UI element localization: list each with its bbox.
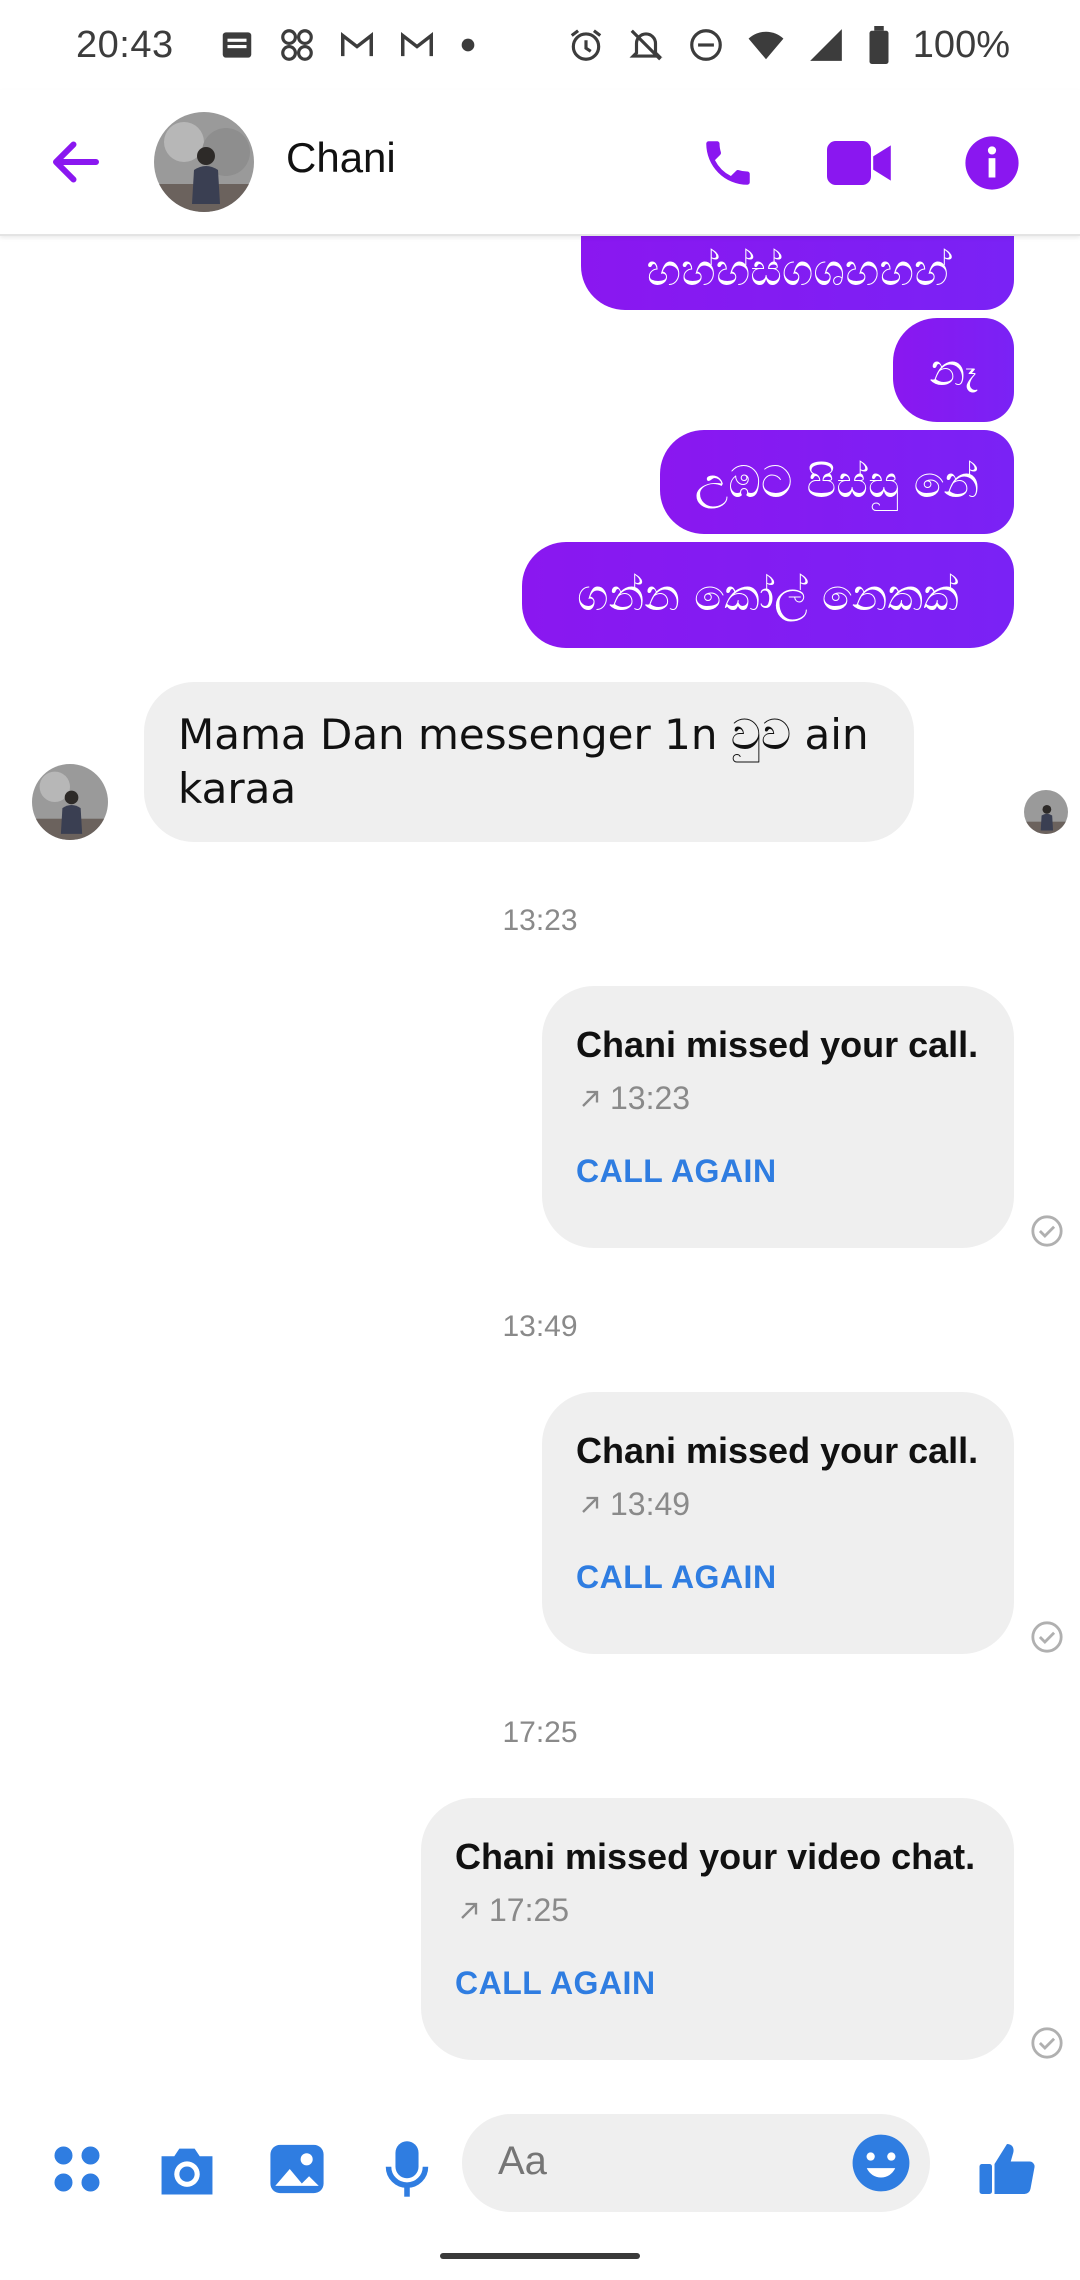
camera-icon[interactable]: [152, 2134, 222, 2204]
apps-icon[interactable]: [42, 2134, 112, 2204]
call-title: Chani missed your video chat.: [455, 1836, 976, 1877]
message-input-box[interactable]: [462, 2114, 930, 2212]
phone-icon[interactable]: [693, 128, 763, 198]
call-again-button[interactable]: CALL AGAIN: [576, 1153, 980, 1190]
message-icon: [222, 32, 251, 58]
message-text: ගන්න කෝල් නෙකක්: [577, 569, 959, 621]
missed-call-card[interactable]: Chani missed your call. 13:23 CALL AGAIN: [542, 986, 1014, 1248]
gallery-icon[interactable]: [262, 2134, 332, 2204]
call-time-row: 17:25: [455, 1892, 980, 1929]
outgoing-call-arrow-icon: [461, 1902, 478, 1919]
message-text: Mama Dan messenger 1n වුව ain karaa: [178, 710, 869, 813]
missed-call-card[interactable]: Chani missed your call. 13:49 CALL AGAIN: [542, 1392, 1014, 1654]
timestamp: 13:23: [502, 904, 578, 937]
microphone-icon[interactable]: [372, 2134, 442, 2204]
status-left: 20:43: [76, 24, 478, 67]
alarm-icon: [570, 29, 601, 61]
read-receipt-avatar: [1024, 790, 1068, 834]
message-text: හහ්හ්ස්ගශහහහ්: [646, 245, 949, 296]
outgoing-message[interactable]: හහ්හ්ස්ගශහහහ්: [581, 226, 1014, 310]
info-icon[interactable]: [957, 128, 1027, 198]
seen-check-icon: [1031, 1621, 1063, 1653]
message-composer: [0, 2100, 1080, 2240]
home-indicator[interactable]: [440, 2253, 640, 2259]
call-again-button[interactable]: CALL AGAIN: [576, 1559, 980, 1596]
back-arrow-icon[interactable]: [46, 132, 106, 192]
message-text: උඹට පිස්සු නේ: [694, 456, 980, 508]
apps-icon: [280, 29, 313, 61]
seen-check-icon: [1031, 1215, 1063, 1247]
signal-icon: [809, 29, 842, 61]
call-time-row: 13:49: [576, 1486, 980, 1523]
outgoing-message[interactable]: නෑ: [893, 318, 1014, 422]
notifications-off-icon: [629, 29, 663, 61]
outgoing-message[interactable]: ගන්න කෝල් නෙකක්: [522, 542, 1014, 648]
message-text: නෑ: [929, 344, 978, 396]
call-time: 17:25: [489, 1892, 570, 1928]
missed-video-chat-card[interactable]: Chani missed your video chat. 17:25 CALL…: [421, 1798, 1014, 2060]
status-bar: 20:43 100%: [0, 0, 1080, 90]
do-not-disturb-icon: [689, 29, 722, 61]
outgoing-call-arrow-icon: [582, 1496, 599, 1513]
battery-percent: 100%: [912, 23, 1010, 66]
wifi-icon: [748, 31, 784, 60]
gmail-icon: [400, 31, 433, 57]
avatar[interactable]: [32, 764, 108, 840]
avatar[interactable]: [154, 112, 254, 212]
conversation-header: Chani: [0, 90, 1080, 236]
incoming-message[interactable]: Mama Dan messenger 1n වුව ain karaa: [144, 682, 914, 842]
call-time: 13:23: [610, 1080, 691, 1116]
message-input[interactable]: [496, 2138, 830, 2185]
outgoing-message[interactable]: උඹට පිස්සු නේ: [660, 430, 1014, 534]
call-title: Chani missed your call.: [576, 1024, 979, 1065]
outgoing-call-arrow-icon: [582, 1090, 599, 1107]
emoji-icon[interactable]: [850, 2132, 912, 2194]
call-time: 13:49: [610, 1486, 691, 1522]
status-right: 100%: [567, 24, 1010, 67]
timestamp: 13:49: [502, 1310, 578, 1343]
video-icon[interactable]: [825, 128, 895, 198]
dot-icon: [461, 38, 474, 52]
call-again-button[interactable]: CALL AGAIN: [455, 1965, 980, 2002]
seen-check-icon: [1031, 2027, 1063, 2059]
battery-icon: [869, 26, 889, 64]
contact-name[interactable]: Chani: [286, 134, 396, 182]
call-time-row: 13:23: [576, 1080, 980, 1117]
timestamp: 17:25: [502, 1716, 578, 1749]
call-title: Chani missed your call.: [576, 1430, 979, 1471]
like-icon[interactable]: [972, 2134, 1042, 2204]
gmail-icon: [340, 31, 373, 57]
status-time: 20:43: [76, 23, 174, 66]
